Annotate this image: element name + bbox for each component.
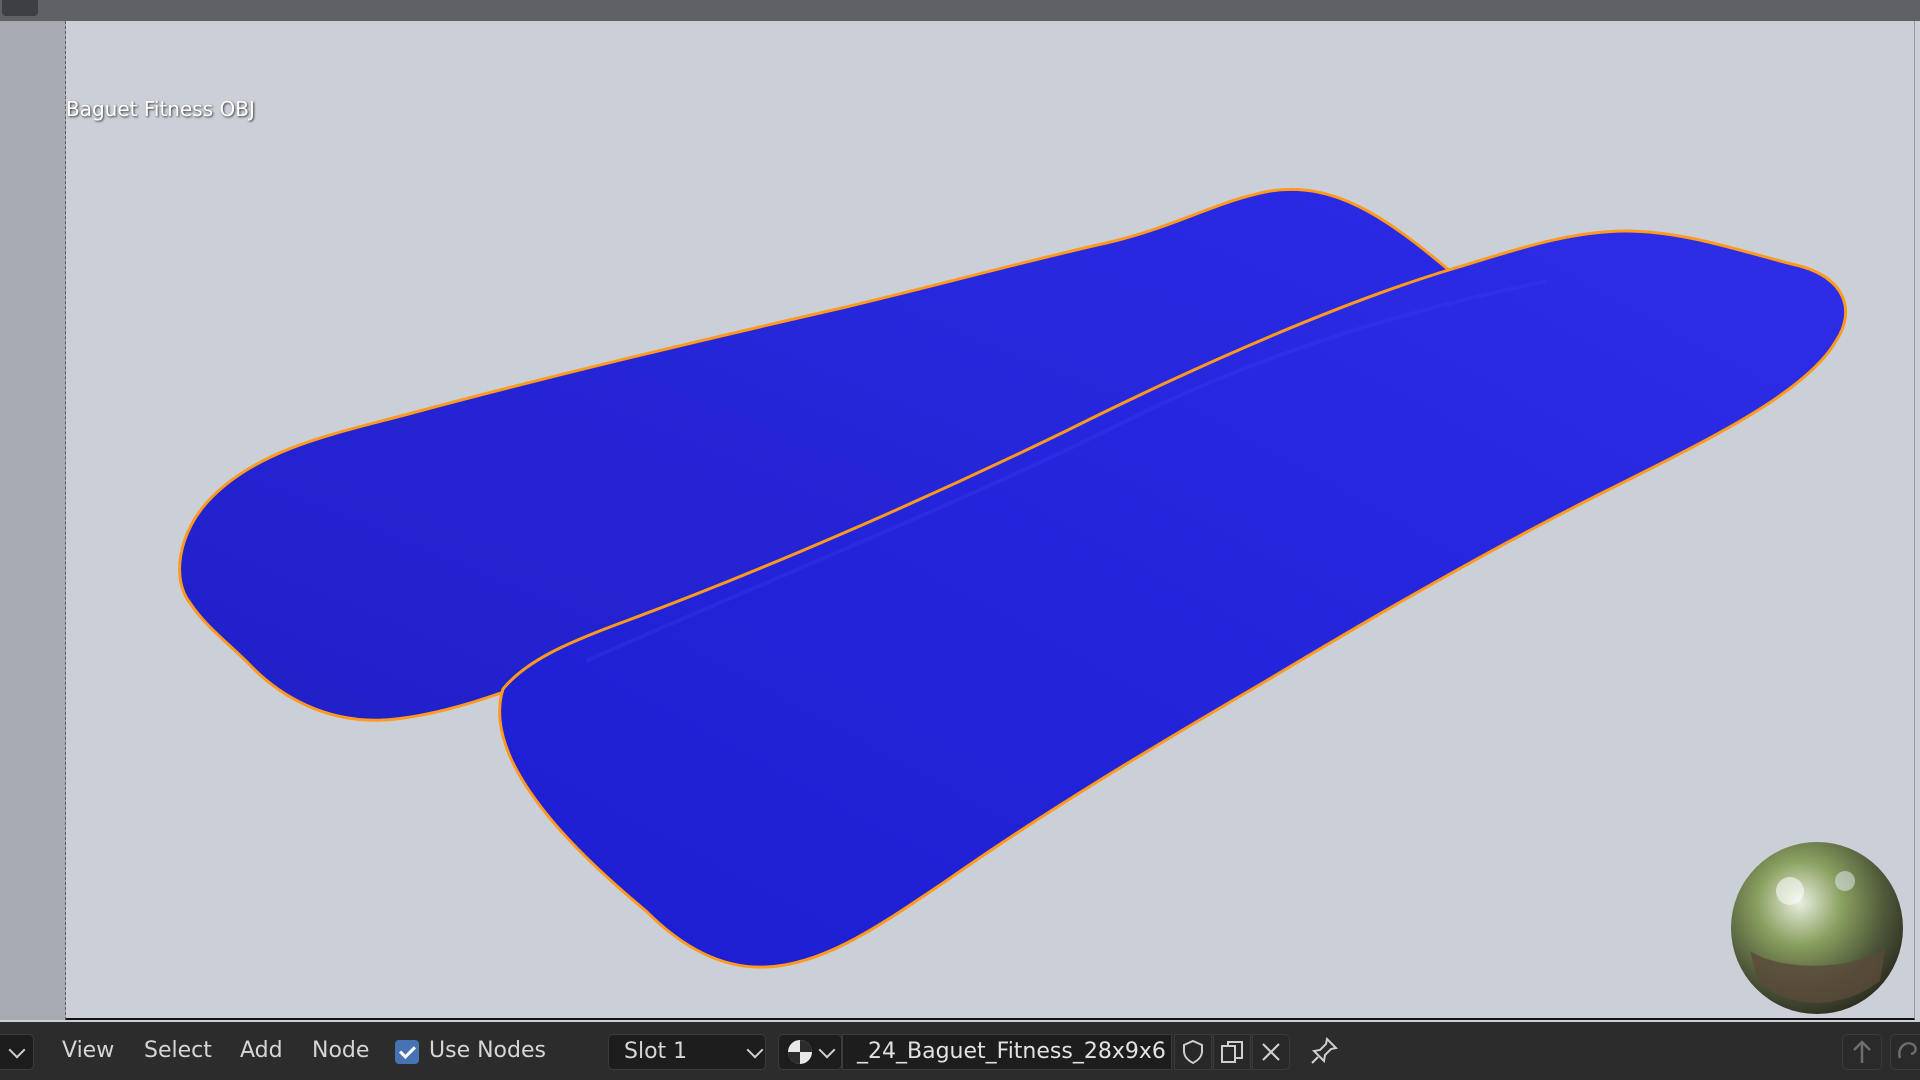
swirl-icon (1898, 1042, 1917, 1059)
use-nodes-checkbox[interactable] (395, 1040, 419, 1064)
material-sphere-icon (788, 1040, 812, 1064)
menu-add[interactable]: Add (240, 1022, 283, 1080)
area-corner-button[interactable] (2, 0, 38, 16)
editor-type-button[interactable] (0, 1034, 34, 1070)
chevron-down-icon (8, 1041, 26, 1059)
material-name: _24_Baguet_Fitness_28x9x6 (857, 1039, 1166, 1064)
fake-user-button[interactable] (1174, 1034, 1212, 1070)
material-name-field[interactable]: _24_Baguet_Fitness_28x9x6 (842, 1034, 1172, 1070)
close-icon (1262, 1043, 1280, 1061)
shield-icon (1183, 1039, 1203, 1065)
pin-icon[interactable] (1309, 1036, 1339, 1066)
chevron-down-icon (746, 1041, 764, 1059)
use-nodes-label[interactable]: Use Nodes (429, 1022, 546, 1080)
slot-dropdown[interactable]: Slot 1 (608, 1034, 766, 1070)
arrow-up-icon (1853, 1040, 1871, 1063)
slot-dropdown-value: Slot 1 (624, 1039, 688, 1064)
left-region-strip (0, 21, 66, 1020)
object-name-label: Baguet Fitness OBJ (66, 97, 255, 121)
preview-scene (178, 187, 1848, 969)
duplicate-icon (1221, 1041, 1243, 1063)
material-preview-viewport[interactable]: Baguet Fitness OBJ (66, 21, 1915, 1020)
shader-editor-header: View Select Add Node Use Nodes Slot 1 _2… (0, 1022, 1920, 1080)
material-browse-button[interactable] (778, 1034, 842, 1070)
hdri-preview-sphere[interactable] (1730, 841, 1904, 1015)
duplicate-material-button[interactable] (1213, 1034, 1251, 1070)
menu-select[interactable]: Select (144, 1022, 212, 1080)
parent-node-tree-button[interactable] (1842, 1034, 1882, 1070)
menu-node[interactable]: Node (312, 1022, 369, 1080)
help-button[interactable] (1890, 1034, 1920, 1070)
unlink-material-button[interactable] (1252, 1034, 1290, 1070)
chevron-down-icon (818, 1041, 836, 1059)
top-area-strip (0, 0, 1920, 21)
menu-view[interactable]: View (62, 1022, 114, 1080)
